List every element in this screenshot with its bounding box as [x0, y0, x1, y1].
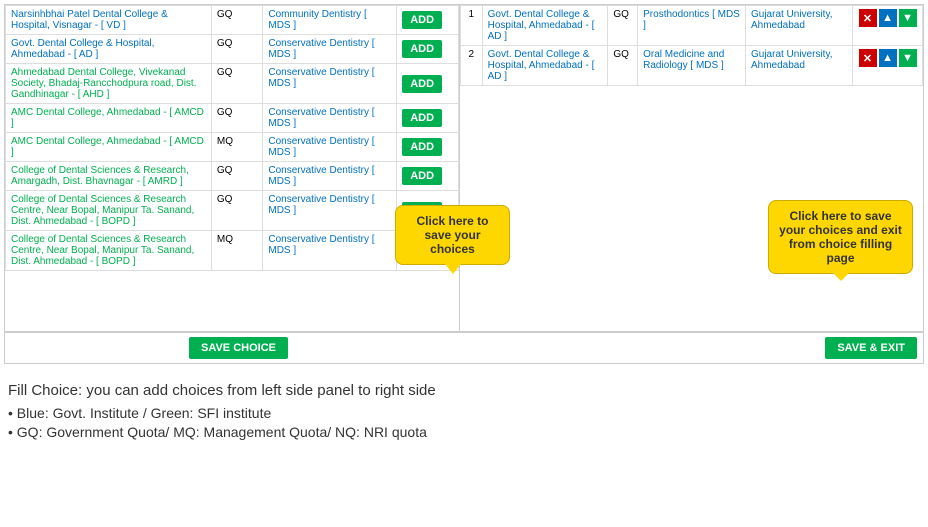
sr-no-cell: 2 [461, 46, 483, 86]
save-choice-tooltip: Click here to save your choices [395, 205, 510, 265]
quota-cell: GQ [211, 191, 262, 231]
course-cell: Conservative Dentistry [ MDS ] [263, 104, 397, 133]
college-name-cell: College of Dental Sciences & Research Ce… [6, 191, 212, 231]
left-table-row: AMC Dental College, Ahmedabad - [ AMCD ]… [6, 104, 459, 133]
bottom-left: SAVE CHOICE [11, 337, 466, 359]
right-univ-cell: Gujarat University, Ahmedabad [745, 46, 852, 86]
right-choices-table: 1 Govt. Dental College & Hospital, Ahmed… [460, 5, 923, 86]
delete-button[interactable]: ✕ [859, 9, 877, 27]
college-name-cell: AMC Dental College, Ahmedabad - [ AMCD ] [6, 133, 212, 162]
course-cell: Conservative Dentistry [ MDS ] [263, 231, 397, 271]
quota-cell: MQ [211, 231, 262, 271]
move-up-button[interactable]: ▲ [879, 9, 897, 27]
left-table-row: Narsinhbhai Patel Dental College & Hospi… [6, 6, 459, 35]
left-table-row: College of Dental Sciences & Research, A… [6, 162, 459, 191]
add-button[interactable]: ADD [402, 11, 442, 29]
quota-cell: GQ [211, 6, 262, 35]
move-down-button[interactable]: ▼ [899, 9, 917, 27]
college-name-cell: College of Dental Sciences & Research, A… [6, 162, 212, 191]
move-up-button[interactable]: ▲ [879, 49, 897, 67]
course-cell: Community Dentistry [ MDS ] [263, 6, 397, 35]
course-cell: Conservative Dentistry [ MDS ] [263, 35, 397, 64]
left-colleges-table: Narsinhbhai Patel Dental College & Hospi… [5, 5, 459, 271]
college-name-cell: Narsinhbhai Patel Dental College & Hospi… [6, 6, 212, 35]
add-button[interactable]: ADD [402, 138, 442, 156]
college-name-cell: Ahmedabad Dental College, Vivekanad Soci… [6, 64, 212, 104]
add-cell: ADD [397, 35, 459, 64]
instructions-section: Fill Choice: you can add choices from le… [4, 374, 924, 451]
add-button[interactable]: ADD [402, 167, 442, 185]
quota-cell: MQ [211, 133, 262, 162]
quota-cell: GQ [211, 104, 262, 133]
right-course-cell: Prosthodontics [ MDS ] [638, 6, 746, 46]
left-panel[interactable]: Narsinhbhai Patel Dental College & Hospi… [5, 5, 460, 331]
main-container: Narsinhbhai Patel Dental College & Hospi… [0, 0, 928, 455]
save-exit-tooltip: Click here to save your choices and exit… [768, 200, 913, 274]
quota-cell: GQ [211, 64, 262, 104]
course-cell: Conservative Dentistry [ MDS ] [263, 191, 397, 231]
panels-wrapper: Narsinhbhai Patel Dental College & Hospi… [5, 5, 923, 332]
college-name-cell: College of Dental Sciences & Research Ce… [6, 231, 212, 271]
right-quota-cell: GQ [608, 46, 638, 86]
left-table-row: College of Dental Sciences & Research Ce… [6, 231, 459, 271]
right-course-cell: Oral Medicine and Radiology [ MDS ] [638, 46, 746, 86]
right-table-row: 2 Govt. Dental College & Hospital, Ahmed… [461, 46, 923, 86]
left-table-row: Govt. Dental College & Hospital, Ahmedab… [6, 35, 459, 64]
course-cell: Conservative Dentistry [ MDS ] [263, 162, 397, 191]
action-buttons: ✕ ▲ ▼ [858, 49, 917, 67]
right-quota-cell: GQ [608, 6, 638, 46]
add-button[interactable]: ADD [402, 109, 442, 127]
sr-no-cell: 1 [461, 6, 483, 46]
right-college-name-cell: Govt. Dental College & Hospital, Ahmedab… [482, 46, 608, 86]
instruction-item-1: Blue: Govt. Institute / Green: SFI insti… [8, 405, 920, 421]
action-buttons: ✕ ▲ ▼ [858, 9, 917, 27]
panels-area: Narsinhbhai Patel Dental College & Hospi… [5, 5, 923, 363]
add-button[interactable]: ADD [402, 40, 442, 58]
choice-filling-section: Narsinhbhai Patel Dental College & Hospi… [4, 4, 924, 364]
right-univ-cell: Gujarat University, Ahmedabad [745, 6, 852, 46]
instruction-list: Blue: Govt. Institute / Green: SFI insti… [8, 405, 920, 440]
fill-choice-instruction: Fill Choice: you can add choices from le… [8, 382, 920, 399]
course-cell: Conservative Dentistry [ MDS ] [263, 64, 397, 104]
save-choice-button[interactable]: SAVE CHOICE [189, 337, 288, 359]
right-panel[interactable]: 1 Govt. Dental College & Hospital, Ahmed… [460, 5, 923, 331]
left-table-row: College of Dental Sciences & Research Ce… [6, 191, 459, 231]
add-cell: ADD [397, 104, 459, 133]
add-cell: ADD [397, 64, 459, 104]
course-cell: Conservative Dentistry [ MDS ] [263, 133, 397, 162]
add-cell: ADD [397, 6, 459, 35]
action-buttons-cell: ✕ ▲ ▼ [853, 46, 923, 86]
delete-button[interactable]: ✕ [859, 49, 877, 67]
college-name-cell: Govt. Dental College & Hospital, Ahmedab… [6, 35, 212, 64]
left-table-row: Ahmedabad Dental College, Vivekanad Soci… [6, 64, 459, 104]
quota-cell: GQ [211, 162, 262, 191]
save-exit-button[interactable]: SAVE & EXIT [825, 337, 917, 359]
move-down-button[interactable]: ▼ [899, 49, 917, 67]
bottom-right: SAVE & EXIT [466, 337, 917, 359]
quota-cell: GQ [211, 35, 262, 64]
add-cell: ADD [397, 162, 459, 191]
right-table-row: 1 Govt. Dental College & Hospital, Ahmed… [461, 6, 923, 46]
add-cell: ADD [397, 133, 459, 162]
instruction-item-2: GQ: Government Quota/ MQ: Management Quo… [8, 424, 920, 440]
action-buttons-cell: ✕ ▲ ▼ [853, 6, 923, 46]
right-college-name-cell: Govt. Dental College & Hospital, Ahmedab… [482, 6, 608, 46]
bottom-bar: SAVE CHOICE SAVE & EXIT [5, 332, 923, 363]
college-name-cell: AMC Dental College, Ahmedabad - [ AMCD ] [6, 104, 212, 133]
left-table-row: AMC Dental College, Ahmedabad - [ AMCD ]… [6, 133, 459, 162]
add-button[interactable]: ADD [402, 75, 442, 93]
